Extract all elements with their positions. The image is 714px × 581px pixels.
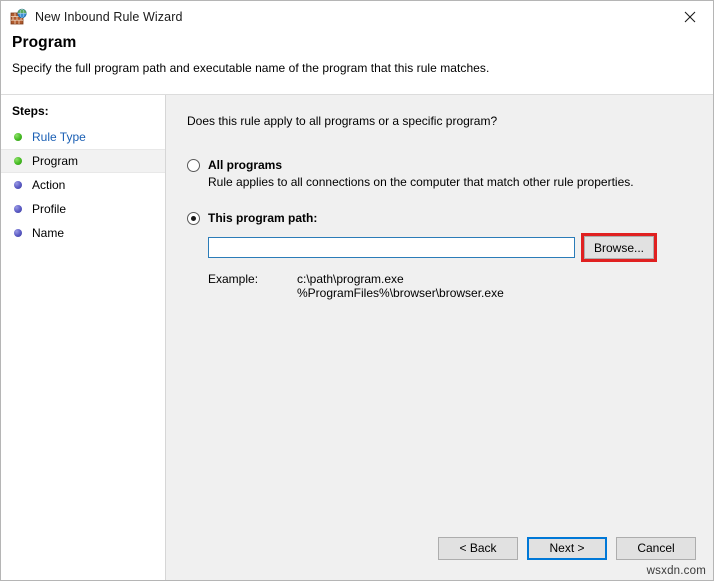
sidebar-item-program[interactable]: Program bbox=[1, 149, 165, 173]
firewall-globe-icon bbox=[10, 8, 28, 26]
sidebar-item-action[interactable]: Action bbox=[1, 173, 165, 197]
sidebar-item-label: Action bbox=[32, 178, 65, 192]
sidebar-item-label: Profile bbox=[32, 202, 66, 216]
sidebar-item-name[interactable]: Name bbox=[1, 221, 165, 245]
example-block: Example: c:\path\program.exe %ProgramFil… bbox=[208, 272, 713, 300]
option-all-programs-label: All programs bbox=[208, 158, 282, 172]
page-subtitle: Specify the full program path and execut… bbox=[12, 61, 702, 75]
option-this-program-path: This program path: Browse... Example: c:… bbox=[187, 211, 713, 300]
steps-sidebar: Steps: Rule Type Program Action Profile … bbox=[1, 95, 166, 580]
browse-button[interactable]: Browse... bbox=[584, 236, 654, 259]
step-bullet-todo-icon bbox=[14, 229, 22, 237]
content-main: Does this rule apply to all programs or … bbox=[166, 95, 713, 516]
new-inbound-rule-wizard-window: New Inbound Rule Wizard Program Specify … bbox=[0, 0, 714, 581]
step-bullet-done-icon bbox=[14, 133, 22, 141]
question-text: Does this rule apply to all programs or … bbox=[187, 114, 713, 128]
example-path-line: %ProgramFiles%\browser\browser.exe bbox=[297, 286, 504, 300]
sidebar-item-profile[interactable]: Profile bbox=[1, 197, 165, 221]
option-all-programs-description: Rule applies to all connections on the c… bbox=[208, 175, 713, 189]
step-bullet-done-icon bbox=[14, 157, 22, 165]
radio-this-program-path[interactable] bbox=[187, 212, 200, 225]
option-this-program-path-label: This program path: bbox=[208, 211, 317, 225]
option-this-program-path-header[interactable]: This program path: bbox=[187, 211, 713, 225]
cancel-button[interactable]: Cancel bbox=[616, 537, 696, 560]
page-title: Program bbox=[12, 34, 702, 52]
sidebar-item-label: Program bbox=[32, 154, 78, 168]
close-icon[interactable] bbox=[667, 1, 713, 32]
content-panel: Does this rule apply to all programs or … bbox=[166, 95, 713, 580]
wizard-body: Steps: Rule Type Program Action Profile … bbox=[1, 94, 713, 580]
option-all-programs: All programs Rule applies to all connect… bbox=[187, 158, 713, 189]
sidebar-item-label: Name bbox=[32, 226, 64, 240]
step-bullet-todo-icon bbox=[14, 205, 22, 213]
option-all-programs-header[interactable]: All programs bbox=[187, 158, 713, 172]
title-bar: New Inbound Rule Wizard bbox=[1, 1, 713, 32]
next-button[interactable]: Next > bbox=[527, 537, 607, 560]
page-header: Program Specify the full program path an… bbox=[1, 32, 713, 94]
example-label: Example: bbox=[208, 272, 297, 300]
sidebar-item-rule-type[interactable]: Rule Type bbox=[1, 125, 165, 149]
watermark-text: wsxdn.com bbox=[647, 565, 706, 577]
step-bullet-todo-icon bbox=[14, 181, 22, 189]
example-paths: c:\path\program.exe %ProgramFiles%\brows… bbox=[297, 272, 504, 300]
example-path-line: c:\path\program.exe bbox=[297, 272, 504, 286]
radio-all-programs[interactable] bbox=[187, 159, 200, 172]
steps-heading: Steps: bbox=[1, 104, 165, 118]
sidebar-item-label: Rule Type bbox=[32, 130, 86, 144]
program-path-input[interactable] bbox=[208, 237, 575, 258]
program-path-row: Browse... bbox=[208, 233, 713, 262]
browse-highlight-box: Browse... bbox=[581, 233, 657, 262]
window-title: New Inbound Rule Wizard bbox=[35, 10, 183, 24]
back-button[interactable]: < Back bbox=[438, 537, 518, 560]
dialog-footer: < Back Next > Cancel wsxdn.com bbox=[166, 516, 713, 580]
